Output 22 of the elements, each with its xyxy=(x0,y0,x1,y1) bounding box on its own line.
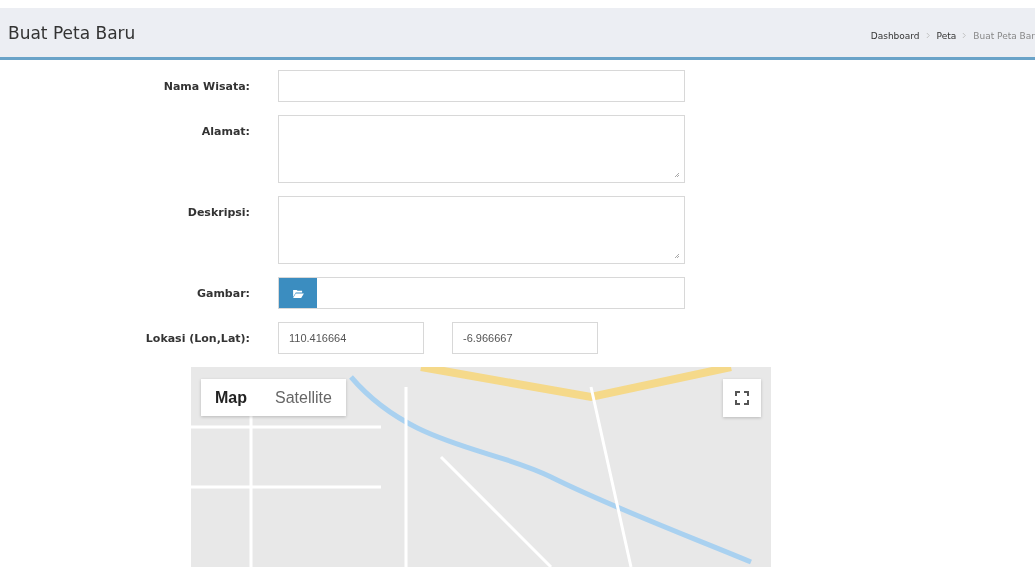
resize-grip-icon xyxy=(674,253,680,259)
input-field[interactable] xyxy=(278,70,685,102)
field-label: Alamat: xyxy=(200,124,250,140)
coordinate-input-field[interactable]: -6.966667 xyxy=(452,322,598,354)
page-title: Buat Peta Baru xyxy=(8,22,136,43)
coordinate-input-field[interactable]: 110.416664 xyxy=(278,322,424,354)
field-label: Lokasi (Lon,Lat): xyxy=(144,331,250,347)
chevron-icon xyxy=(962,32,968,39)
map-type-button[interactable]: Map xyxy=(201,379,261,416)
breadcrumb-link[interactable]: Peta xyxy=(936,30,957,41)
file-input-field[interactable] xyxy=(278,277,685,309)
folder-icon xyxy=(292,288,304,298)
field-label: Gambar: xyxy=(195,286,250,302)
field-label: Deskripsi: xyxy=(186,205,250,221)
fullscreen-icon xyxy=(735,391,749,405)
browse-button[interactable] xyxy=(279,278,317,308)
map-type-button[interactable]: Satellite xyxy=(261,379,346,416)
chevron-icon xyxy=(925,32,931,39)
field-label: Nama Wisata: xyxy=(162,79,250,95)
breadcrumb-link[interactable]: Dashboard xyxy=(870,30,920,41)
resize-grip-icon xyxy=(674,172,680,178)
fullscreen-button[interactable] xyxy=(723,379,761,417)
